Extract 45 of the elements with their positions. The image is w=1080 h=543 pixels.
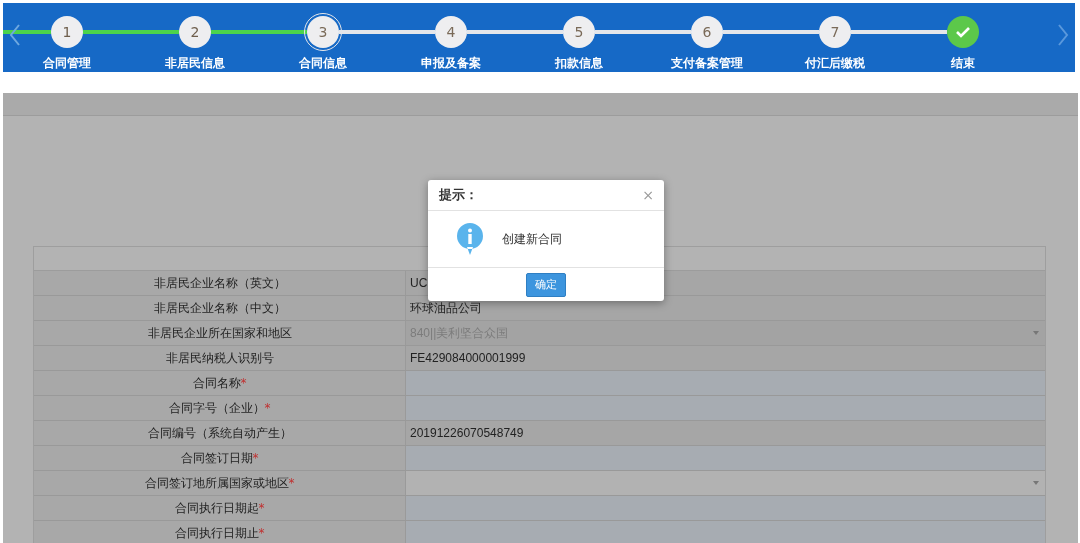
- caret-icon: [1033, 331, 1039, 335]
- field-label: 合同字号（企业）*: [168, 399, 271, 417]
- field-label: 非居民纳税人识别号: [165, 349, 274, 367]
- chevron-right-icon[interactable]: [1057, 23, 1069, 47]
- input-field[interactable]: [406, 446, 1045, 470]
- step-label: 支付备案管理: [671, 55, 743, 72]
- field-value: FE429084000001999: [410, 351, 526, 365]
- step-end-circle[interactable]: [947, 16, 979, 48]
- step-label: 扣款信息: [555, 55, 603, 72]
- step-label: 合同信息: [299, 55, 347, 72]
- field-label: 合同执行日期起*: [174, 499, 265, 517]
- step-number[interactable]: 1: [51, 16, 83, 48]
- field-label: 合同编号（系统自动产生）: [147, 424, 292, 442]
- step-label: 非居民信息: [165, 55, 225, 72]
- step-number[interactable]: 5: [563, 16, 595, 48]
- step-label: 申报及备案: [421, 55, 481, 72]
- input-field[interactable]: [406, 521, 1045, 543]
- field-value: 环球油品公司: [410, 299, 482, 317]
- input-field[interactable]: [406, 396, 1045, 420]
- field-label: 合同签订日期*: [180, 449, 259, 467]
- step-label: 合同管理: [43, 55, 91, 72]
- field-label: 非居民企业名称（英文）: [153, 274, 286, 292]
- field-label: 合同签订地所属国家或地区*: [144, 474, 295, 492]
- step-number[interactable]: 4: [435, 16, 467, 48]
- field-value: 20191226070548749: [410, 426, 524, 440]
- field-label: 非居民企业所在国家和地区: [147, 324, 292, 342]
- field-value: UC: [410, 276, 428, 290]
- step-number[interactable]: 2: [179, 16, 211, 48]
- step-label: 结束: [951, 55, 975, 72]
- close-button[interactable]: ×: [642, 187, 654, 203]
- confirm-button[interactable]: 确定: [526, 272, 566, 297]
- step-label: 付汇后缴税: [805, 55, 865, 72]
- step-number[interactable]: 7: [819, 16, 851, 48]
- chevron-left-icon[interactable]: [9, 23, 21, 47]
- field-label: 合同名称*: [192, 374, 247, 392]
- dialog-title: 提示：: [439, 186, 478, 204]
- info-icon: [456, 222, 484, 256]
- field-label: 非居民企业名称（中文）: [153, 299, 286, 317]
- check-icon: [956, 26, 970, 38]
- input-field[interactable]: [406, 371, 1045, 395]
- dialog-message: 创建新合同: [502, 230, 562, 248]
- field-label: 合同执行日期止*: [174, 524, 265, 542]
- input-field[interactable]: [406, 496, 1045, 520]
- caret-icon: [1033, 481, 1039, 485]
- step-number[interactable]: 6: [691, 16, 723, 48]
